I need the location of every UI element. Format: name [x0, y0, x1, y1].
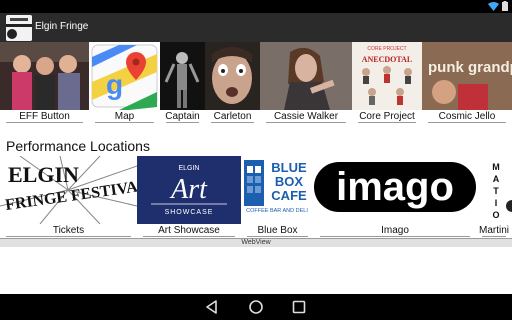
- google-maps-icon: g: [89, 42, 160, 110]
- tile-label: Blue Box: [257, 225, 298, 236]
- tile-underline: [6, 122, 83, 123]
- app-title: Elgin Fringe: [35, 21, 89, 32]
- main-content: EFF Button g Map Captain Carleton Cassie…: [0, 42, 512, 294]
- elgin-fringe-festival-logo: ELGIN FRINGE FESTIVAL: [0, 156, 137, 224]
- location-tile-art-showcase[interactable]: ELGIN Art SHOWCASE Art Showcase: [137, 156, 241, 238]
- performer-tile-core-project[interactable]: CORE PROJECT ANECDOTAL Core Project: [352, 42, 422, 124]
- martini-letter: T: [493, 186, 499, 196]
- tile-label: Tickets: [52, 225, 85, 236]
- martini-letter: M: [492, 162, 500, 172]
- section-title: Performance Locations: [6, 138, 150, 154]
- martini-letter: O: [492, 210, 499, 220]
- tile-underline: [428, 122, 506, 123]
- tile-underline: [6, 236, 131, 237]
- tile-underline: [211, 122, 254, 123]
- wifi-icon: [488, 1, 499, 11]
- location-tile-blue-box[interactable]: BLUE BOX CAFE COFFEE BAR AND DELI Blue B…: [241, 156, 314, 238]
- webview-label: WebView: [241, 239, 271, 246]
- bluebox-logo-text-cafe: CAFE: [271, 188, 307, 203]
- performers-strip[interactable]: EFF Button g Map Captain Carleton Cassie…: [0, 42, 512, 124]
- back-icon[interactable]: [204, 299, 220, 315]
- performer-tile-carleton[interactable]: Carleton: [205, 42, 260, 124]
- performer-tile-map[interactable]: g Map: [89, 42, 160, 124]
- imago-logo: imago: [314, 156, 476, 224]
- tile-label: Captain: [165, 111, 200, 122]
- carleton-photo: [205, 42, 260, 110]
- martini-letter: A: [493, 174, 500, 184]
- blue-box-cafe-logo: BLUE BOX CAFE COFFEE BAR AND DELI: [241, 156, 314, 224]
- tile-underline: [482, 236, 506, 237]
- bluebox-logo-text-tagline: COFFEE BAR AND DELI: [246, 208, 308, 214]
- app-logo[interactable]: [6, 15, 32, 41]
- performer-tile-captain[interactable]: Captain: [160, 42, 205, 124]
- tile-label: Carleton: [213, 111, 252, 122]
- tile-label: Cosmic Jello: [438, 111, 496, 122]
- location-tile-imago[interactable]: imago Imago: [314, 156, 476, 238]
- status-icons: [488, 1, 508, 11]
- tile-underline: [143, 236, 235, 237]
- tile-label: Core Project: [359, 111, 415, 122]
- art-logo-text-elgin: ELGIN: [178, 165, 199, 172]
- battery-icon: [502, 1, 508, 11]
- elgin-art-showcase-logo: ELGIN Art SHOWCASE: [137, 156, 241, 224]
- tile-label: Map: [114, 111, 135, 122]
- bluebox-logo-text-blue: BLUE: [271, 160, 307, 175]
- eff-button-photo: [0, 42, 89, 110]
- svg-text:g: g: [106, 69, 123, 100]
- core-project-poster: CORE PROJECT ANECDOTAL: [352, 42, 422, 110]
- performer-tile-cassie-walker[interactable]: Cassie Walker: [260, 42, 352, 124]
- tile-underline: [266, 122, 346, 123]
- tile-underline: [247, 236, 308, 237]
- svg-text:ANECDOTAL: ANECDOTAL: [362, 55, 413, 64]
- art-logo-text-showcase: SHOWCASE: [165, 209, 214, 216]
- art-logo-text-art: Art: [169, 174, 208, 205]
- eff-logo-text-top: ELGIN: [8, 162, 79, 187]
- tile-underline: [358, 122, 416, 123]
- imago-logo-text: imago: [336, 165, 454, 209]
- locations-strip[interactable]: ELGIN FRINGE FESTIVAL Tickets ELGIN Art …: [0, 156, 512, 238]
- martini-logo: M A T I O: [476, 156, 512, 224]
- cosmic-jello-poster: punk grandpa: [422, 42, 512, 110]
- tile-label: EFF Button: [19, 111, 70, 122]
- tile-label: Imago: [381, 225, 409, 236]
- performer-tile-eff-button[interactable]: EFF Button: [0, 42, 89, 124]
- tile-label: Martini: [478, 225, 509, 236]
- navigation-bar: [0, 294, 512, 320]
- tile-underline: [166, 122, 199, 123]
- location-tile-martini[interactable]: M A T I O Martini: [476, 156, 512, 238]
- performer-tile-cosmic-jello[interactable]: punk grandpa Cosmic Jello: [422, 42, 512, 124]
- svg-text:punk grandpa: punk grandpa: [428, 59, 512, 76]
- captain-photo: [160, 42, 205, 110]
- webview-bar[interactable]: WebView: [0, 238, 512, 247]
- tile-label: Art Showcase: [158, 225, 220, 236]
- recents-icon[interactable]: [291, 299, 307, 315]
- tile-label: Cassie Walker: [273, 111, 339, 122]
- status-bar: [0, 0, 512, 13]
- action-bar: Elgin Fringe: [0, 13, 512, 42]
- tile-underline: [320, 236, 470, 237]
- elgin-fringe-logo-icon: [6, 15, 32, 41]
- cassie-walker-photo: [260, 42, 352, 110]
- bluebox-logo-text-box: BOX: [275, 174, 304, 189]
- martini-letter: I: [495, 198, 498, 208]
- location-tile-tickets[interactable]: ELGIN FRINGE FESTIVAL Tickets: [0, 156, 137, 238]
- svg-text:CORE PROJECT: CORE PROJECT: [367, 46, 406, 52]
- tile-underline: [95, 122, 154, 123]
- home-icon[interactable]: [248, 299, 264, 315]
